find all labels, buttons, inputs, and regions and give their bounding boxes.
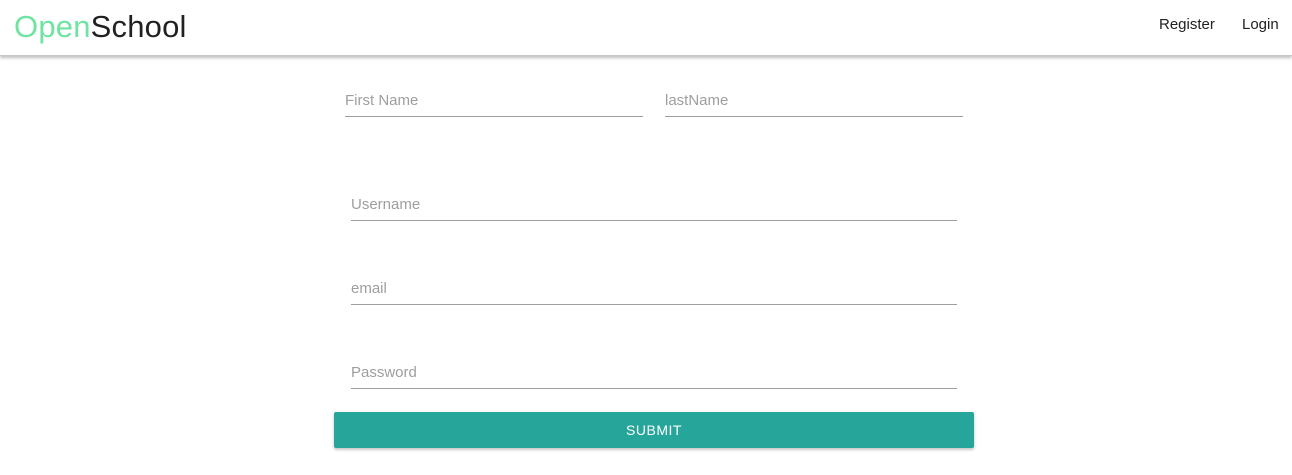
last-name-input[interactable] — [665, 85, 963, 115]
email-field-wrapper — [351, 273, 957, 305]
brand-logo[interactable]: OpenSchool — [14, 8, 187, 46]
last-name-field-wrapper — [665, 85, 963, 117]
password-input[interactable] — [351, 357, 957, 387]
nav-login-link[interactable]: Login — [1242, 16, 1279, 33]
username-field-wrapper — [351, 189, 957, 221]
submit-button[interactable]: SUBMIT — [334, 412, 974, 448]
username-input[interactable] — [351, 189, 957, 219]
password-field-wrapper — [351, 357, 957, 389]
email-input[interactable] — [351, 273, 957, 303]
brand-school-text: School — [90, 9, 187, 44]
nav-register-link[interactable]: Register — [1159, 16, 1215, 33]
brand-open-text: Open — [14, 9, 91, 44]
navbar: OpenSchool Register Login — [0, 0, 1292, 56]
first-name-input[interactable] — [345, 85, 643, 115]
first-name-field-wrapper — [345, 85, 643, 117]
